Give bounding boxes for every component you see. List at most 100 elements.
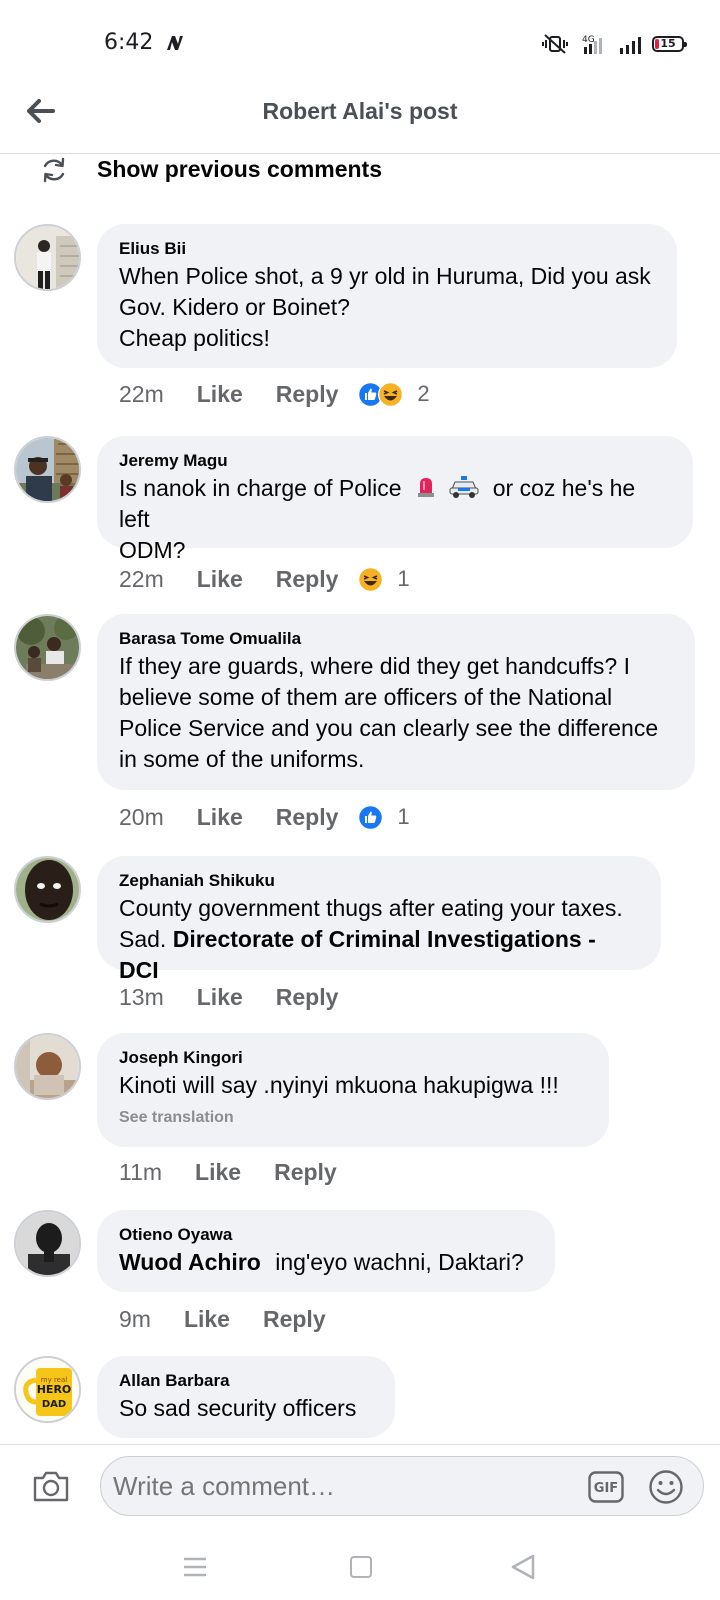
reaction-summary[interactable]: 1 [358,804,410,830]
haha-reaction-icon [378,381,404,407]
avatar[interactable] [14,436,81,503]
avatar[interactable] [14,614,81,681]
post-header: Robert Alai's post [0,80,720,154]
home-icon[interactable] [350,1556,372,1578]
police-car-emoji-icon [449,476,479,498]
comment-author[interactable]: Joseph Kingori [119,1046,587,1070]
comment-line: County government thugs after eating you… [119,895,623,921]
reply-button[interactable]: Reply [274,1159,337,1186]
back-triangle-icon[interactable] [510,1553,536,1581]
comment-time[interactable]: 20m [119,804,164,831]
comment-time[interactable]: 11m [119,1159,162,1186]
comment-bubble[interactable]: Joseph Kingori Kinoti will say .nyinyi m… [97,1033,609,1147]
comment-line: Gov. Kidero or Boinet? [119,294,350,320]
comment-author[interactable]: Otieno Oyawa [119,1223,533,1247]
comment-actions: 20m Like Reply 1 [119,802,410,832]
comment: Otieno Oyawa Wuod Achiro ing'eyo wachni,… [0,1210,720,1340]
comment: my real HERO DAD Allan Barbara So sad se… [0,1356,720,1444]
system-nav-bar [0,1532,720,1600]
reply-button[interactable]: Reply [276,381,339,408]
comment-actions: 13m Like Reply [119,982,338,1012]
avatar-photo [16,226,79,289]
comment-author[interactable]: Jeremy Magu [119,449,671,473]
signal-4g-icon: 4G [582,35,602,54]
status-time: 6:42 [104,30,154,55]
see-translation-link[interactable]: See translation [119,1109,587,1127]
reply-button[interactable]: Reply [276,566,339,593]
comment-line: Cheap politics! [119,325,270,351]
comment-text: When Police shot, a 9 yr old in Huruma, … [119,261,655,354]
gif-label: GIF [594,1481,618,1496]
comment-time[interactable]: 22m [119,566,164,593]
like-button[interactable]: Like [195,1159,241,1186]
comment-bubble[interactable]: Elius Bii When Police shot, a 9 yr old i… [97,224,677,368]
battery-indicator: 15 [652,36,687,52]
avatar[interactable] [14,856,81,923]
comment-composer: GIF [0,1444,720,1532]
comment-text: Kinoti will say .nyinyi mkuona hakupigwa… [119,1070,587,1101]
comment: Jeremy Magu Is nanok in charge of Police… [0,436,720,596]
comment-time[interactable]: 9m [119,1306,151,1333]
avatar-mug-icon: my real HERO DAD [16,1358,79,1421]
comment: Barasa Tome Omualila If they are guards,… [0,614,720,844]
comment-bubble[interactable]: Jeremy Magu Is nanok in charge of Police… [97,436,693,563]
network-label: 4G [582,35,595,45]
comment-line: If they are guards, where did they get h… [119,653,631,679]
menu-icon[interactable] [183,1556,207,1578]
comment-bubble[interactable]: Otieno Oyawa Wuod Achiro ing'eyo wachni,… [97,1210,555,1292]
comment-text: So sad security officers [119,1393,373,1424]
reply-button[interactable]: Reply [263,1306,326,1333]
like-button[interactable]: Like [197,984,243,1011]
comment-line: So sad security officers [119,1395,357,1421]
comment-line: believe some of them are officers of the… [119,684,613,710]
comment-actions: 22m Like Reply 1 [119,564,410,594]
avatar[interactable] [14,224,81,291]
like-reaction-icon [358,804,384,830]
comment-time[interactable]: 22m [119,381,164,408]
emoji-icon[interactable] [648,1469,684,1505]
avatar[interactable]: my real HERO DAD [14,1356,81,1423]
avatar-photo [16,858,79,921]
mention-link[interactable]: Wuod Achiro [119,1249,261,1275]
avatar[interactable] [14,1210,81,1277]
comment-line: Is nanok in charge of Police [119,475,402,501]
avatar[interactable] [14,1033,81,1100]
comment-author[interactable]: Allan Barbara [119,1369,373,1393]
reaction-summary[interactable]: 1 [358,566,410,592]
like-button[interactable]: Like [197,804,243,831]
reply-button[interactable]: Reply [276,804,339,831]
avatar-photo [16,616,79,679]
reaction-summary[interactable]: 2 [358,381,430,407]
comment-author[interactable]: Barasa Tome Omualila [119,627,673,651]
show-previous-comments-button[interactable]: Show previous comments [0,154,720,188]
reaction-count: 1 [397,566,410,591]
comment-author[interactable]: Zephaniah Shikuku [119,869,639,893]
gif-button[interactable]: GIF [588,1471,624,1503]
mention-link[interactable]: Directorate of Criminal Investigations -… [119,926,596,983]
notification-n-icon [167,36,183,50]
comment-time[interactable]: 13m [119,984,164,1011]
comment-text: If they are guards, where did they get h… [119,651,673,775]
comment-bubble[interactable]: Barasa Tome Omualila If they are guards,… [97,614,695,790]
like-button[interactable]: Like [197,381,243,408]
comment-bubble[interactable]: Allan Barbara So sad security officers [97,1356,395,1438]
reply-button[interactable]: Reply [276,984,339,1011]
camera-icon[interactable] [32,1469,70,1503]
like-button[interactable]: Like [184,1306,230,1333]
comment-author[interactable]: Elius Bii [119,237,655,261]
refresh-icon [43,157,65,183]
comment-line: in some of the uniforms. [119,746,365,772]
comment: Zephaniah Shikuku County government thug… [0,856,720,1016]
like-button[interactable]: Like [197,566,243,593]
police-light-emoji-icon [417,478,434,497]
avatar-photo [16,1035,79,1098]
avatar-photo [16,1212,79,1275]
show-previous-comments-label: Show previous comments [97,156,383,182]
page-title: Robert Alai's post [262,98,458,124]
comment-text: County government thugs after eating you… [119,893,639,986]
comment-bubble[interactable]: Zephaniah Shikuku County government thug… [97,856,661,983]
avatar-mug-text: DAD [42,1399,66,1410]
comment-line: ing'eyo wachni, Daktari? [275,1249,524,1275]
status-bar: 6:42 4G 15 [0,0,720,80]
comment: Elius Bii When Police shot, a 9 yr old i… [0,224,720,424]
